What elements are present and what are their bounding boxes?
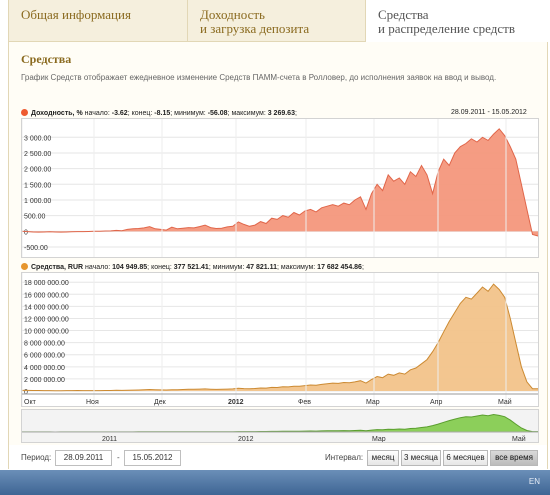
- date-separator: -: [117, 453, 120, 462]
- interval-month-button[interactable]: месяц: [367, 450, 399, 466]
- profitability-ytick-label: 500.00: [24, 214, 46, 221]
- period-label: Период:: [21, 453, 52, 462]
- time-axis-label: Май: [498, 398, 512, 406]
- chart2-end-value: 377 521.41: [173, 264, 209, 271]
- time-axis-label: 2012: [228, 399, 244, 406]
- profitability-chart: 3 000.00 2 500.00 2 000.00 1 500.00 1 000.00…: [21, 118, 539, 258]
- profitability-ytick-label: 0: [24, 229, 28, 236]
- tab-general-info-label: Общая информация: [21, 7, 131, 22]
- funds-chart: 18 000 000.00 16 000 000.00 14 000 000.00 1…: [21, 272, 539, 407]
- navigator-label: 2012: [238, 436, 254, 443]
- interval-6-months-button[interactable]: 6 месяцев: [443, 450, 488, 466]
- interval-all-time-button[interactable]: все время: [490, 450, 538, 466]
- chart2-legend: Средства, RUR начало: 104 949.85; конец:…: [21, 263, 364, 271]
- profitability-ytick-label: 1 000.00: [24, 198, 51, 205]
- funds-ytick-label: 4 000 000.00: [24, 365, 65, 372]
- funds-ytick-label: 18 000 000.00: [24, 280, 69, 287]
- chart2-legend-dot: [21, 263, 28, 270]
- tab-funds[interactable]: Средства и распределение средств: [366, 0, 546, 42]
- range-navigator-svg: 2011 2012 Мар Май: [22, 413, 538, 443]
- time-axis-label: Фев: [298, 399, 311, 406]
- time-axis-label: Ноя: [86, 399, 99, 406]
- funds-ytick-label: 2 000 000.00: [24, 377, 65, 384]
- tab-funds-label: Средства: [378, 7, 429, 22]
- chart2-series-name: Средства, RUR: [31, 264, 84, 271]
- time-axis-label: Окт: [24, 399, 37, 406]
- funds-ytick-label: 6 000 000.00: [24, 353, 65, 360]
- chart1-min-value: -56.08: [207, 110, 228, 117]
- chart1-end-value: -8.15: [154, 110, 171, 117]
- chart1-start-value: -3.62: [111, 110, 128, 117]
- time-axis-label: Дек: [154, 399, 167, 406]
- funds-ytick-label: 12 000 000.00: [24, 316, 69, 323]
- chart1-series-name: Доходность, %: [31, 110, 83, 117]
- interval-3-months-button[interactable]: 3 месяца: [401, 450, 441, 466]
- funds-area: [22, 284, 538, 391]
- tab-profitability-label: Доходность: [200, 7, 265, 22]
- tab-profitability[interactable]: Доходность и загрузка депозита: [188, 0, 366, 42]
- date-to-input[interactable]: 15.05.2012: [124, 450, 181, 466]
- tab-profitability-label-2: и загрузка депозита: [200, 21, 310, 36]
- chart2-start-label: начало:: [85, 264, 111, 271]
- date-from-input[interactable]: 28.09.2011: [55, 450, 112, 466]
- chart2-max-label: максимум:: [280, 264, 316, 271]
- chart2-start-value: 104 949.85: [112, 264, 148, 271]
- profitability-ytick-label: 2 500.00: [24, 151, 51, 158]
- tab-funds-label-2: и распределение средств: [378, 21, 515, 36]
- profitability-ytick-label: 1 500.00: [24, 182, 51, 189]
- profitability-area: [22, 128, 538, 236]
- profitability-ytick-label: -500.00: [24, 245, 48, 252]
- profitability-ytick-label: 2 000.00: [24, 167, 51, 174]
- funds-chart-svg: 18 000 000.00 16 000 000.00 14 000 000.00 1…: [22, 273, 538, 406]
- chart1-legend: Доходность, % начало: -3.62; конец: -8.1…: [21, 109, 297, 117]
- language-indicator[interactable]: EN: [529, 477, 540, 486]
- chart1-start-label: начало:: [84, 110, 110, 117]
- profitability-ytick-label: 3 000.00: [24, 135, 51, 142]
- section-description: График Средств отображает ежедневное изм…: [21, 73, 497, 82]
- chart1-end-label: конец:: [131, 110, 153, 117]
- profitability-chart-svg: 3 000.00 2 500.00 2 000.00 1 500.00 1 000.00…: [22, 119, 538, 257]
- chart1-date-range: 28.09.2011 - 15.05.2012: [451, 109, 527, 116]
- navigator-label: Мар: [372, 436, 386, 443]
- chart1-min-label: минимум:: [174, 110, 206, 117]
- chart2-min-value: 47 821.11: [246, 264, 277, 271]
- interval-label: Интервал:: [325, 453, 364, 462]
- os-taskbar: [0, 470, 550, 495]
- time-axis-label: Мар: [366, 399, 380, 406]
- navigator-area: [22, 413, 538, 433]
- chart1-legend-dot: [21, 109, 28, 116]
- time-axis-label: Апр: [430, 399, 442, 406]
- funds-ytick-label: 14 000 000.00: [24, 304, 69, 311]
- navigator-label: 2011: [102, 436, 117, 443]
- navigator-label: Май: [512, 435, 526, 443]
- tab-bar: Общая информация Доходность и загрузка д…: [0, 0, 550, 42]
- section-title: Средства: [21, 52, 72, 66]
- chart1-max-label: максимум:: [231, 110, 266, 117]
- chart2-end-label: конец:: [151, 264, 172, 271]
- chart2-max-value: 17 682 454.86: [317, 264, 362, 271]
- chart1-max-value: 3 269.63: [267, 110, 295, 117]
- chart2-min-label: минимум:: [212, 264, 245, 271]
- range-navigator[interactable]: 2011 2012 Мар Май: [21, 409, 539, 443]
- funds-ytick-label: 16 000 000.00: [24, 292, 69, 299]
- funds-ytick-label: 8 000 000.00: [24, 341, 65, 348]
- funds-ytick-label: 10 000 000.00: [24, 329, 69, 336]
- tab-general-info[interactable]: Общая информация: [8, 0, 188, 42]
